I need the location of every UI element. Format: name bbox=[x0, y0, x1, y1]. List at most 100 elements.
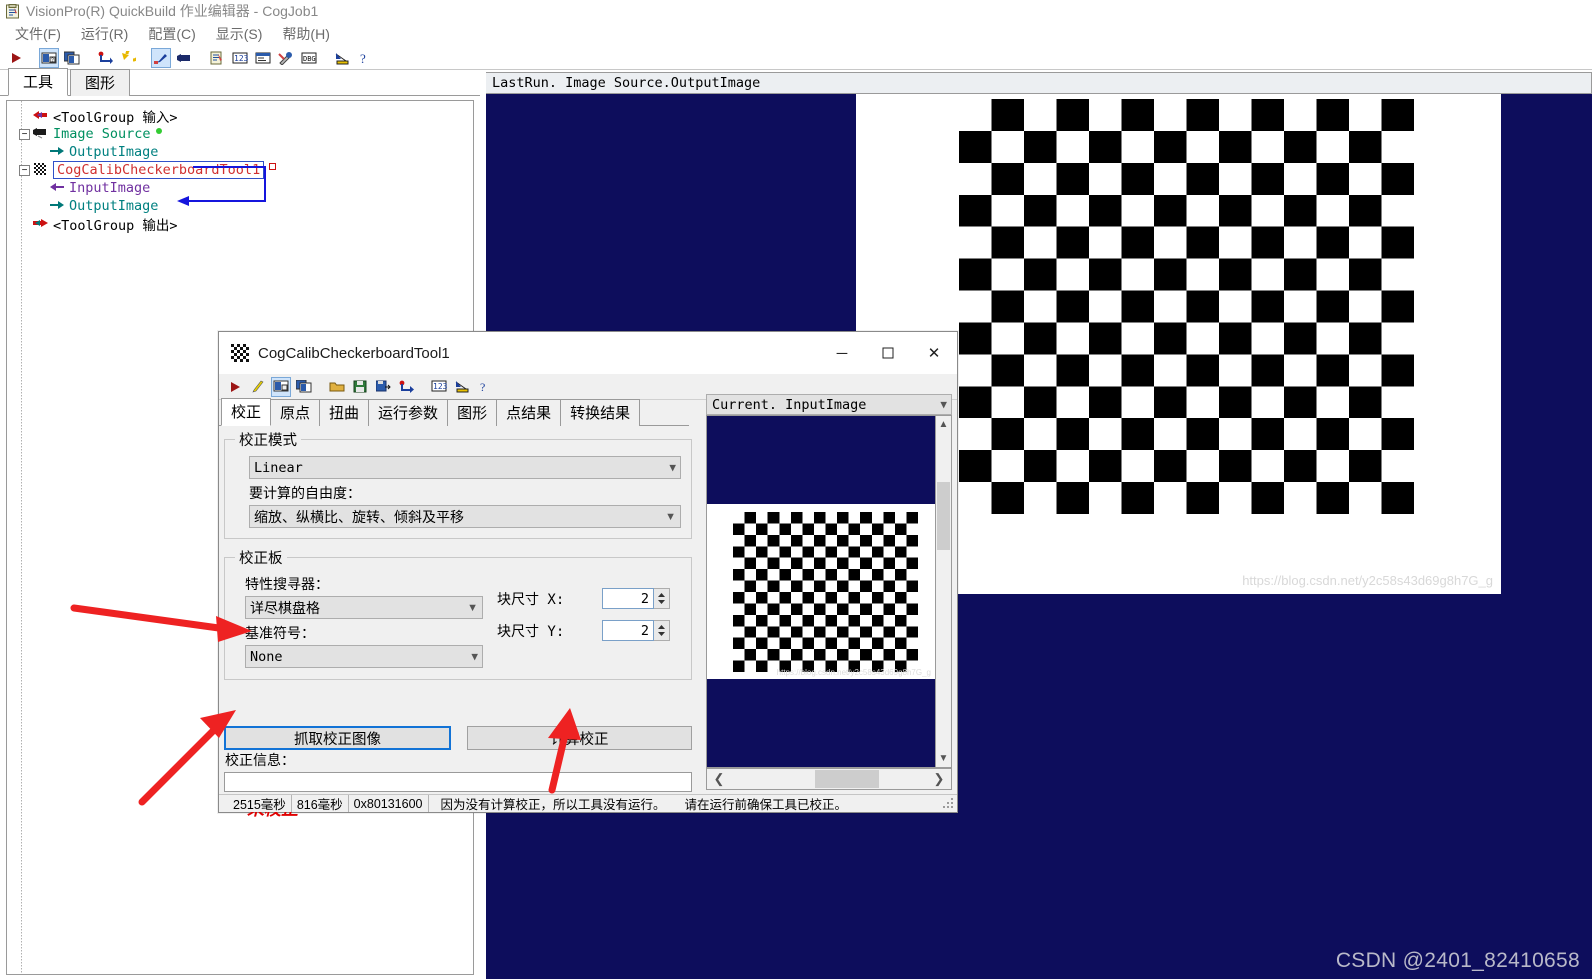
tree-row[interactable]: OutputImage bbox=[11, 197, 469, 215]
menu-config[interactable]: 配置(C) bbox=[139, 22, 204, 46]
tab-graphics[interactable]: 图形 bbox=[447, 399, 498, 426]
help-icon[interactable]: ? bbox=[355, 48, 375, 68]
camera-icon[interactable] bbox=[174, 48, 194, 68]
tab-point-results[interactable]: 点结果 bbox=[496, 399, 562, 426]
scrollbar-thumb[interactable] bbox=[937, 482, 950, 550]
dof-value: 缩放、纵横比、旋转、倾斜及平移 bbox=[254, 508, 464, 525]
tile-size-y-stepper[interactable] bbox=[654, 620, 670, 641]
calibration-icon[interactable] bbox=[332, 48, 352, 68]
dialog-title: CogCalibCheckerboardTool1 bbox=[258, 344, 450, 362]
dof-select[interactable]: 缩放、纵横比、旋转、倾斜及平移 ▼ bbox=[249, 505, 681, 528]
watermark-url: https://blog.csdn.net/y2c58s43d69g8h7G_g bbox=[1242, 573, 1493, 588]
scroll-down-icon[interactable]: ▼ bbox=[936, 750, 951, 767]
tree-row[interactable]: OutputImage bbox=[11, 143, 469, 161]
application-window: VisionPro(R) QuickBuild 作业编辑器 - CogJob1 … bbox=[0, 0, 1592, 979]
menu-display[interactable]: 显示(S) bbox=[207, 22, 272, 46]
menu-file[interactable]: 文件(F) bbox=[6, 22, 70, 46]
tab-origin[interactable]: 原点 bbox=[270, 399, 321, 426]
run-icon[interactable] bbox=[6, 48, 26, 68]
window-titlebar: VisionPro(R) QuickBuild 作业编辑器 - CogJob1 bbox=[0, 0, 1592, 22]
preview-vertical-scrollbar[interactable]: ▲ ▼ bbox=[935, 415, 952, 768]
compute-calibration-button[interactable]: 计算校正 bbox=[467, 726, 692, 750]
calibration-info-input[interactable] bbox=[224, 772, 692, 792]
save-as-icon[interactable] bbox=[373, 377, 393, 397]
calibration-icon[interactable] bbox=[452, 377, 472, 397]
tree-row[interactable]: − Image Source bbox=[11, 125, 469, 143]
chevron-down-icon: ▼ bbox=[471, 650, 478, 663]
tree-row[interactable]: InputImage bbox=[11, 179, 469, 197]
svg-text:?: ? bbox=[51, 57, 54, 63]
menubar: 文件(F) 运行(R) 配置(C) 显示(S) 帮助(H) bbox=[0, 22, 1592, 46]
error-marker bbox=[269, 162, 277, 170]
status-error-code: 0x80131600 bbox=[349, 795, 429, 812]
tab-distortion[interactable]: 扭曲 bbox=[319, 399, 370, 426]
brush-icon[interactable] bbox=[151, 47, 171, 68]
properties-icon[interactable] bbox=[253, 48, 273, 68]
preview-watermark: https://blog.csdn.net/y2c58s43d69g8h7G_g bbox=[776, 668, 931, 677]
preview-source-select[interactable]: Current. InputImage ▼ bbox=[706, 394, 952, 415]
help-icon[interactable]: ? bbox=[475, 377, 495, 397]
debug-icon[interactable]: DBG bbox=[299, 48, 319, 68]
save-icon[interactable] bbox=[350, 377, 370, 397]
new-job-icon[interactable]: ? bbox=[39, 47, 59, 68]
tab-graphics[interactable]: 图形 bbox=[70, 69, 131, 96]
expander-icon[interactable]: − bbox=[19, 164, 30, 176]
tab-calibration[interactable]: 校正 bbox=[221, 398, 272, 426]
grab-calibration-image-button[interactable]: 抓取校正图像 bbox=[224, 726, 451, 750]
open-folder-icon[interactable] bbox=[327, 377, 347, 397]
pencil-icon[interactable] bbox=[248, 377, 268, 397]
tree-row[interactable]: <ToolGroup 输出> bbox=[11, 215, 469, 234]
menu-help[interactable]: 帮助(H) bbox=[273, 22, 338, 46]
expander-icon[interactable]: − bbox=[19, 128, 30, 140]
scroll-right-icon[interactable]: ❯ bbox=[927, 771, 951, 787]
feature-finder-value: 详尽棋盘格 bbox=[250, 599, 320, 616]
preview-panel: Current. InputImage ▼ https://blog.csdn.… bbox=[706, 394, 952, 790]
tile-size-x-label: 块尺寸 X: bbox=[497, 591, 565, 608]
left-panel-tabs: 工具 图形 bbox=[0, 68, 480, 96]
numeric-icon[interactable]: 123 bbox=[230, 48, 250, 68]
resize-grip[interactable] bbox=[943, 798, 955, 810]
output-arrow-icon bbox=[33, 217, 49, 231]
preview-source-value: Current. InputImage bbox=[712, 396, 867, 413]
run-icon[interactable] bbox=[225, 377, 245, 397]
feature-finder-select[interactable]: 详尽棋盘格 ▼ bbox=[245, 596, 483, 619]
calibration-mode-group: 校正模式 Linear ▼ 要计算的自由度： 缩放、纵横比、旋转、倾斜及平移 ▼ bbox=[224, 429, 692, 539]
numeric-icon[interactable]: 123 bbox=[429, 377, 449, 397]
tab-tools[interactable]: 工具 bbox=[8, 68, 69, 96]
scroll-left-icon[interactable]: ❮ bbox=[707, 771, 731, 787]
status-dot bbox=[155, 127, 162, 134]
tab-transform-results[interactable]: 转换结果 bbox=[560, 399, 641, 426]
load-icon[interactable] bbox=[95, 48, 115, 68]
tree-label: Image Source bbox=[53, 126, 151, 142]
tile-size-y-input[interactable]: 2 bbox=[602, 620, 654, 641]
viewer-source-label[interactable]: LastRun. Image Source.OutputImage bbox=[486, 72, 1592, 94]
tab-run-params[interactable]: 运行参数 bbox=[368, 399, 449, 426]
menu-run[interactable]: 运行(R) bbox=[72, 22, 137, 46]
scrollbar-track[interactable] bbox=[731, 769, 927, 789]
preview-horizontal-scrollbar[interactable]: ❮ ❯ bbox=[706, 768, 952, 790]
tile-size-x-stepper[interactable] bbox=[654, 588, 670, 609]
tools-icon[interactable] bbox=[276, 48, 296, 68]
copy-icon[interactable] bbox=[294, 377, 314, 397]
calib-tool-dialog[interactable]: CogCalibCheckerboardTool1 ─ ✕ 123 ? 校正 原… bbox=[218, 331, 958, 819]
undo-icon[interactable] bbox=[396, 377, 416, 397]
tile-size-x-input[interactable]: 2 bbox=[602, 588, 654, 609]
fiducial-select[interactable]: None ▼ bbox=[245, 645, 483, 668]
tree-label: <ToolGroup 输出> bbox=[53, 218, 178, 234]
new-icon[interactable] bbox=[271, 376, 291, 397]
scrollbar-thumb[interactable] bbox=[815, 770, 879, 788]
calibration-mode-select[interactable]: Linear ▼ bbox=[249, 456, 681, 479]
undo-icon[interactable] bbox=[118, 48, 138, 68]
close-button[interactable]: ✕ bbox=[911, 332, 957, 374]
scroll-up-icon[interactable]: ▲ bbox=[936, 416, 951, 433]
maximize-button[interactable] bbox=[865, 332, 911, 374]
input-arrow-icon bbox=[33, 109, 49, 123]
out-arrow-icon bbox=[49, 199, 65, 213]
clipboard-icon[interactable] bbox=[207, 48, 227, 68]
tree-row[interactable]: <ToolGroup 输入> bbox=[11, 107, 469, 126]
tree-label: CogCalibCheckerboardTool1 bbox=[53, 161, 265, 179]
tree-row-selected[interactable]: − CogCalibCheckerboardTool1 bbox=[11, 161, 469, 179]
minimize-button[interactable]: ─ bbox=[819, 332, 865, 374]
copy-job-icon[interactable] bbox=[62, 48, 82, 68]
preview-canvas[interactable]: https://blog.csdn.net/y2c58s43d69g8h7G_g bbox=[706, 415, 935, 768]
